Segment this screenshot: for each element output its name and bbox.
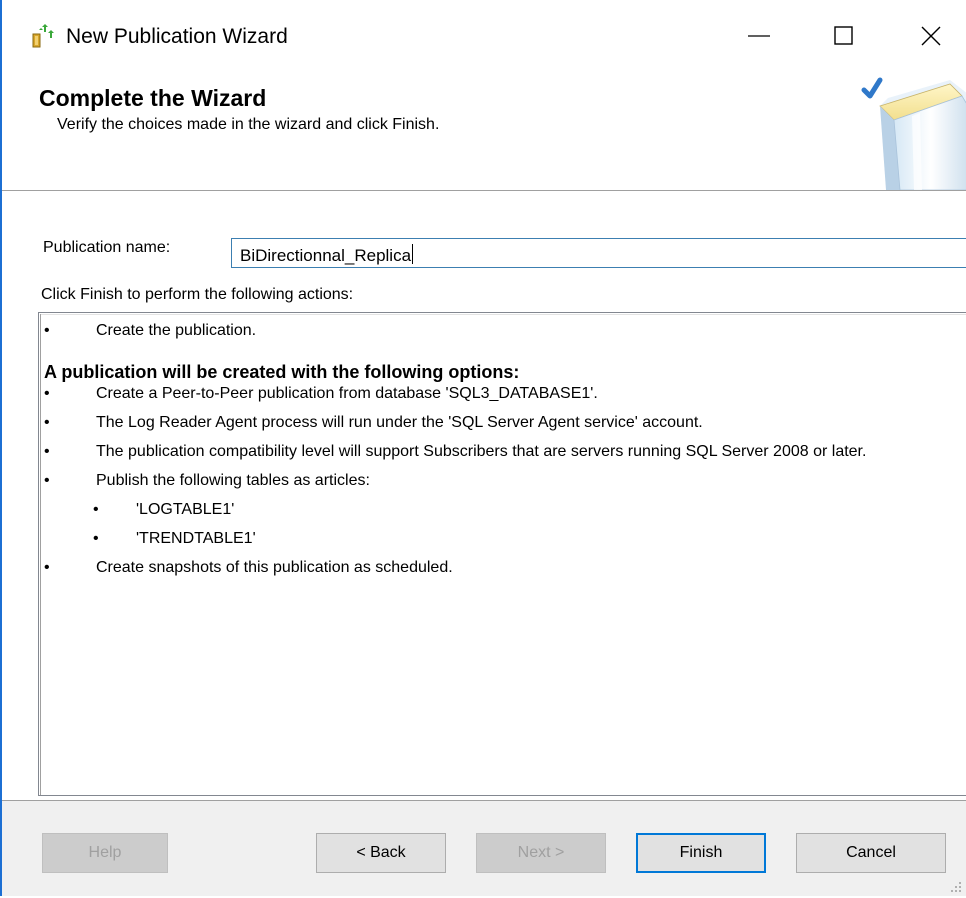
actions-summary-text: • Create the publication. A publication w…	[44, 319, 958, 579]
maximize-icon	[834, 26, 853, 45]
wizard-header: Complete the Wizard Verify the choices m…	[2, 72, 966, 191]
option-text: The publication compatibility level will…	[96, 443, 867, 460]
maximize-button[interactable]	[821, 14, 867, 58]
bullet: •	[44, 385, 50, 402]
list-item: • Create snapshots of this publication as…	[44, 556, 958, 579]
page-title: Complete the Wizard	[39, 85, 267, 111]
wizard-footer: Help < Back Next > Finish Cancel	[2, 801, 966, 896]
close-button[interactable]	[908, 14, 954, 58]
box-inner-edge	[40, 314, 966, 315]
text-caret	[412, 244, 414, 264]
list-item: • The Log Reader Agent process will run u…	[44, 411, 958, 434]
bullet: •	[93, 530, 99, 547]
action-create-publication: Create the publication.	[96, 322, 257, 339]
close-icon	[921, 26, 941, 46]
option-text: Publish the following tables as articles…	[96, 472, 370, 489]
next-button[interactable]: Next >	[476, 833, 606, 873]
bullet: •	[44, 443, 50, 460]
window-title: New Publication Wizard	[66, 25, 288, 48]
publication-name-value: BiDirectionnal_Replica	[240, 246, 412, 265]
bullet: •	[44, 322, 50, 339]
bullet: •	[93, 501, 99, 518]
list-item: • Create a Peer-to-Peer publication from …	[44, 382, 958, 405]
cancel-button[interactable]: Cancel	[796, 833, 946, 873]
finish-button[interactable]: Finish	[636, 833, 766, 873]
wizard-content: Publication name: BiDirectionnal_Replica…	[2, 191, 966, 799]
publication-name-input[interactable]: BiDirectionnal_Replica	[231, 238, 966, 268]
list-item: • The publication compatibility level wil…	[44, 440, 958, 463]
options-section-title: A publication will be created with the f…	[44, 362, 520, 382]
minimize-button[interactable]	[736, 14, 782, 58]
option-text: Create snapshots of this publication as …	[96, 559, 453, 576]
list-item: • Create the publication.	[44, 319, 958, 342]
bullet: •	[44, 414, 50, 431]
list-item: • Publish the following tables as article…	[44, 469, 958, 492]
option-text: Create a Peer-to-Peer publication from d…	[96, 385, 598, 402]
option-text: The Log Reader Agent process will run un…	[96, 414, 703, 431]
minimize-icon	[748, 35, 770, 37]
help-button[interactable]: Help	[42, 833, 168, 873]
box-inner-edge	[40, 314, 41, 795]
page-subtitle: Verify the choices made in the wizard an…	[57, 116, 440, 133]
bullet: •	[44, 559, 50, 576]
article-name: 'TRENDTABLE1'	[136, 530, 256, 547]
resize-grip-icon[interactable]	[950, 880, 962, 892]
article-name: 'LOGTABLE1'	[136, 501, 235, 518]
actions-summary-box[interactable]: • Create the publication. A publication w…	[38, 312, 966, 796]
book-checkmark-icon	[850, 72, 966, 191]
article-item: • 'LOGTABLE1'	[44, 498, 958, 521]
publication-name-label: Publication name:	[43, 239, 171, 256]
actions-instructions: Click Finish to perform the following ac…	[41, 286, 354, 303]
publication-wizard-icon	[30, 23, 56, 49]
article-item: • 'TRENDTABLE1'	[44, 527, 958, 550]
bullet: •	[44, 472, 50, 489]
title-bar[interactable]: New Publication Wizard	[2, 0, 966, 72]
back-button[interactable]: < Back	[316, 833, 446, 873]
